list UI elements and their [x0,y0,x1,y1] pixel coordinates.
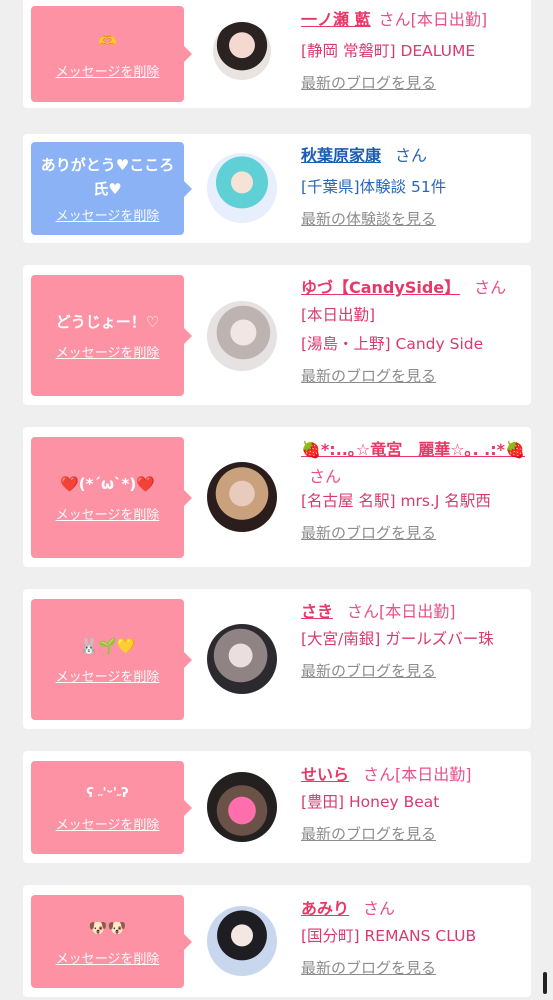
user-info: 秋葉原家康 さん [千葉県]体験談 51件 最新の体験談を見る [301,142,527,229]
latest-blog-link[interactable]: 最新のブログを見る [301,957,527,978]
user-name-link[interactable]: ゆづ【CandySide】 [301,278,460,297]
latest-blog-link[interactable]: 最新のブログを見る [301,522,527,543]
message-card: 🐰🌱💛 メッセージを削除 さき さん[本日出勤] [大宮/南銀] ガールズバー珠 … [23,589,531,729]
latest-blog-link[interactable]: 最新のブログを見る [301,660,527,681]
shop-line: [名古屋 名駅] mrs.J 名駅西 [301,492,491,510]
message-card: ありがとう♥こころ氏♥ メッセージを削除 秋葉原家康 さん [千葉県]体験談 51… [23,134,531,243]
scrollbar[interactable] [543,972,547,994]
message-text: 🫶 [98,31,117,50]
message-bubble: 🐰🌱💛 メッセージを削除 [31,599,192,720]
message-card: ʕ ˶'ᵕ'˶ʔ メッセージを削除 せいら さん[本日出勤] [豊田] Honey… [23,751,531,863]
user-name-link[interactable]: あみり [301,899,349,918]
delete-message-link[interactable]: メッセージを削除 [56,61,160,80]
attendance-line: [本日出勤] [301,306,376,324]
user-name-link[interactable]: 🍓*:..｡☆竜宮 麗華☆｡. .:*🍓 [301,440,525,459]
delete-message-link[interactable]: メッセージを削除 [56,948,160,967]
avatar[interactable] [213,22,271,80]
message-text: ありがとう♥こころ氏♥ [40,156,175,198]
latest-blog-link[interactable]: 最新のブログを見る [301,72,527,93]
user-info: せいら さん[本日出勤] [豊田] Honey Beat 最新のブログを見る [301,761,527,844]
user-info: 一ノ瀬 藍さん[本日出勤] [静岡 常磐町] DEALUME 最新のブログを見る [301,6,527,93]
user-suffix: さん[本日出勤] [363,765,472,784]
delete-message-link[interactable]: メッセージを削除 [56,666,160,685]
user-suffix: さん [395,146,428,165]
avatar[interactable] [207,153,277,223]
latest-blog-link[interactable]: 最新のブログを見る [301,823,527,844]
user-name-link[interactable]: 秋葉原家康 [301,146,381,165]
user-suffix: さん[本日出勤] [378,10,488,29]
user-name-link[interactable]: さき [301,602,333,621]
delete-message-link[interactable]: メッセージを削除 [56,814,160,833]
message-text: ❤️(*´ω`*)❤️ [60,475,155,493]
avatar[interactable] [207,906,277,976]
shop-line: [湯島・上野] Candy Side [301,335,484,353]
message-bubble: 🫶 メッセージを削除 [31,6,192,102]
message-bubble: ありがとう♥こころ氏♥ メッセージを削除 [31,142,192,235]
user-info: あみり さん [国分町] REMANS CLUB 最新のブログを見る [301,895,527,978]
message-bubble: 🐶🐶 メッセージを削除 [31,895,192,988]
user-info: 🍓*:..｡☆竜宮 麗華☆｡. .:*🍓 さん [名古屋 名駅] mrs.J 名駅… [301,437,527,543]
delete-message-link[interactable]: メッセージを削除 [56,342,160,361]
message-text: 🐶🐶 [88,919,127,937]
shop-line: [静岡 常磐町] DEALUME [301,42,476,60]
user-suffix: さん [309,467,342,486]
shop-line: [豊田] Honey Beat [301,793,440,811]
message-card: 🐶🐶 メッセージを削除 あみり さん [国分町] REMANS CLUB 最新のブ… [23,885,531,997]
avatar[interactable] [207,301,277,371]
shop-line: [大宮/南銀] ガールズバー珠 [301,630,494,648]
message-bubble: どうじょー！♡ メッセージを削除 [31,275,192,396]
latest-review-link[interactable]: 最新の体験談を見る [301,208,527,229]
review-count-line: [千葉県]体験談 51件 [301,178,447,196]
delete-message-link[interactable]: メッセージを削除 [56,504,160,523]
message-bubble: ❤️(*´ω`*)❤️ メッセージを削除 [31,437,192,558]
message-text: ʕ ˶'ᵕ'˶ʔ [86,786,129,801]
user-suffix: さん [363,899,396,918]
message-text: 🐰🌱💛 [79,637,136,655]
shop-line: [国分町] REMANS CLUB [301,927,477,945]
message-card: ❤️(*´ω`*)❤️ メッセージを削除 🍓*:..｡☆竜宮 麗華☆｡. .:*… [23,427,531,567]
message-card: どうじょー！♡ メッセージを削除 ゆづ【CandySide】 さん [本日出勤] … [23,265,531,405]
message-text: どうじょー！♡ [55,313,160,331]
user-suffix: さん [474,278,507,297]
user-suffix: さん[本日出勤] [347,602,456,621]
user-info: さき さん[本日出勤] [大宮/南銀] ガールズバー珠 最新のブログを見る [301,598,527,681]
avatar[interactable] [207,772,277,842]
latest-blog-link[interactable]: 最新のブログを見る [301,365,527,386]
avatar[interactable] [207,624,277,694]
user-name-link[interactable]: 一ノ瀬 藍 [301,10,371,29]
message-bubble: ʕ ˶'ᵕ'˶ʔ メッセージを削除 [31,761,192,854]
avatar[interactable] [207,462,277,532]
message-card: 🫶 メッセージを削除 一ノ瀬 藍さん[本日出勤] [静岡 常磐町] DEALUM… [23,0,531,108]
user-info: ゆづ【CandySide】 さん [本日出勤] [湯島・上野] Candy Sid… [301,274,527,386]
delete-message-link[interactable]: メッセージを削除 [56,205,160,224]
user-name-link[interactable]: せいら [301,765,349,784]
